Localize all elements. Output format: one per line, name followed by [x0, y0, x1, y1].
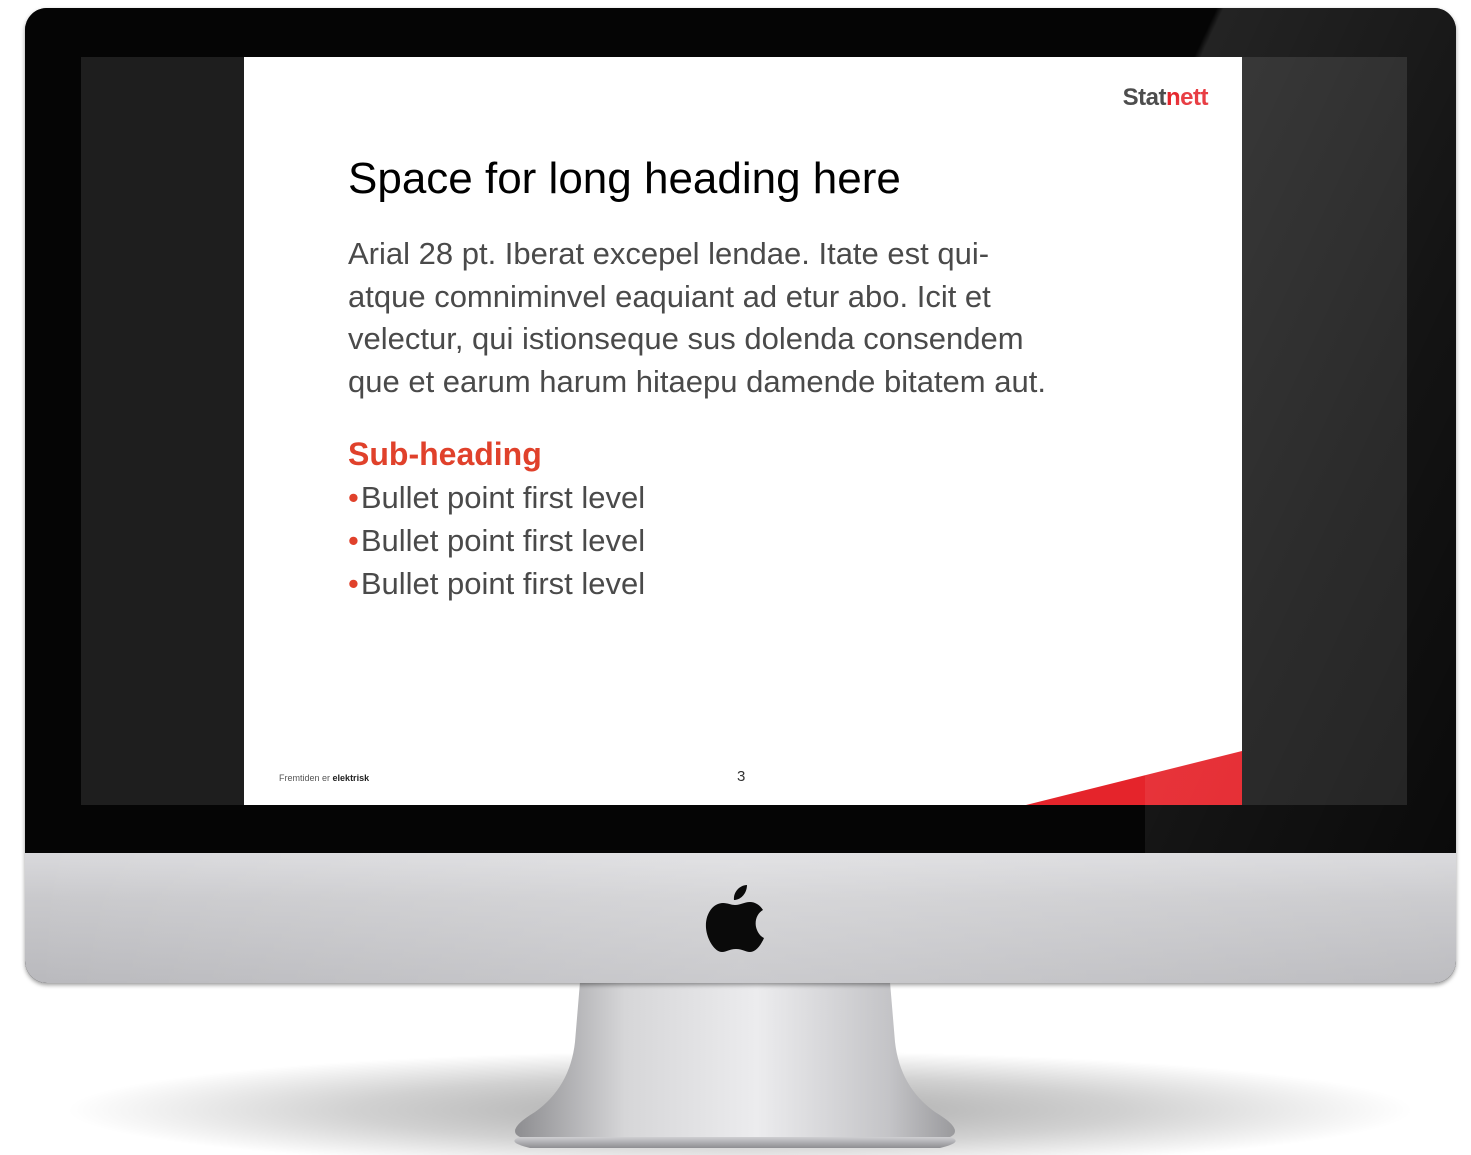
imac-monitor: Statnett Space for long heading here Ari… [25, 8, 1456, 983]
body-line: atque comniminvel eaquiant ad etur abo. … [348, 278, 991, 314]
footer-prefix: Fremtiden er [279, 773, 331, 783]
bullet-text: Bullet point first level [360, 480, 646, 515]
mockup-stage: Statnett Space for long heading here Ari… [0, 0, 1471, 1155]
body-line: velectur, qui istionseque sus dolenda co… [348, 321, 1024, 356]
presentation-slide: Statnett Space for long heading here Ari… [244, 57, 1242, 805]
bullet-dot-icon: • [348, 480, 359, 515]
slide-subheading: Sub-heading [348, 436, 542, 472]
bullet-dot-icon: • [348, 523, 359, 558]
bezel-gloss [1145, 8, 1456, 858]
monitor-stand [514, 982, 956, 1148]
slide-title: Space for long heading here [348, 154, 901, 203]
slide-body-text: Arial 28 pt. Iberat excepel lendae. Itat… [348, 233, 1168, 403]
bullet-item: •Bullet point first level [348, 519, 645, 562]
footer-bold: elektrisk [332, 773, 370, 783]
bullet-item: •Bullet point first level [348, 476, 645, 519]
bullet-text: Bullet point first level [360, 523, 646, 558]
bullet-item: •Bullet point first level [348, 562, 645, 605]
body-line: Arial 28 pt. Iberat excepel lendae. Itat… [348, 236, 990, 271]
monitor-chin [25, 853, 1456, 983]
bullet-list: •Bullet point first level •Bullet point … [348, 476, 645, 605]
bullet-text: Bullet point first level [360, 566, 646, 601]
body-line: que et earum harum hitaepu damende bitat… [348, 363, 1046, 399]
page-number: 3 [737, 768, 746, 785]
apple-logo-icon [705, 885, 764, 952]
footer-tagline: Fremtiden er elektrisk [279, 773, 369, 783]
bullet-dot-icon: • [348, 566, 359, 601]
